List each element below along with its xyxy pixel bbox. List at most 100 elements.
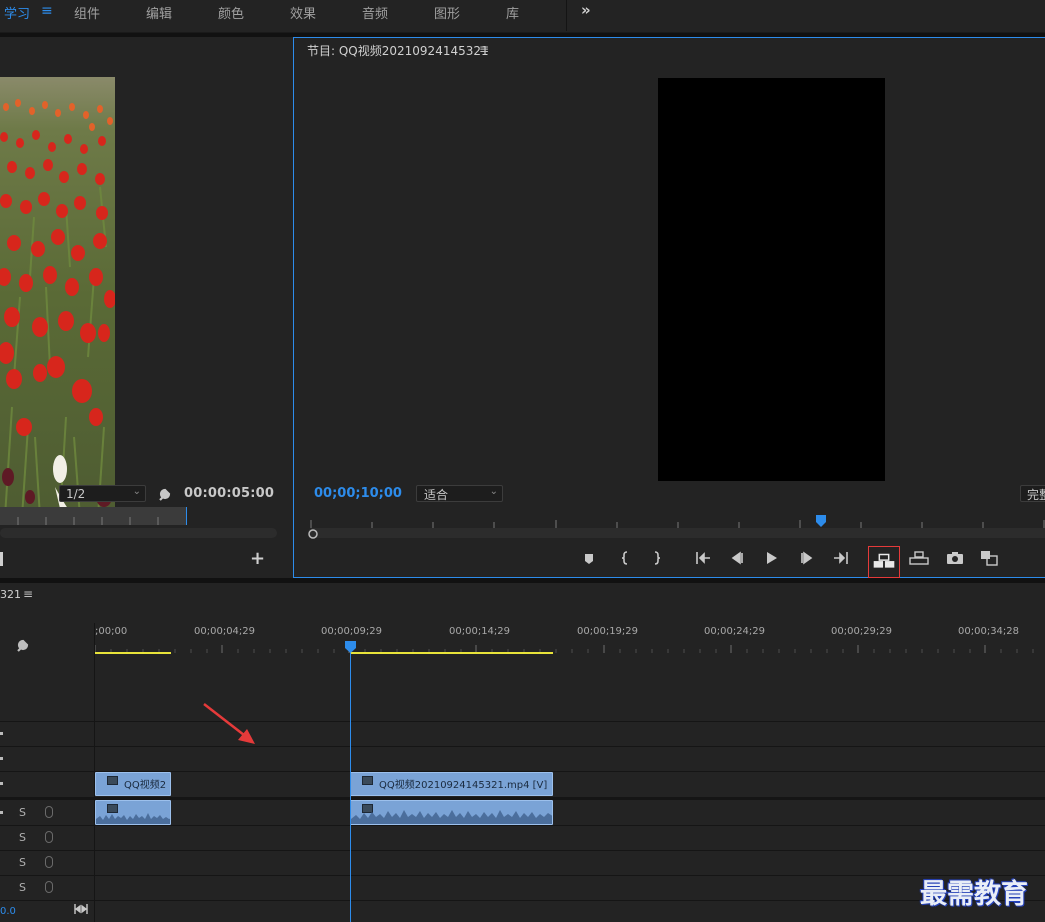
double-chevron-right-icon[interactable]: » [581,1,591,19]
source-video-frame [0,77,115,517]
mic-icon[interactable] [45,881,53,893]
program-playhead[interactable] [814,514,828,528]
track-separator [95,825,1045,826]
scroll-handle-icon[interactable] [307,528,319,540]
add-marker-icon[interactable] [578,546,600,570]
track-toggle-dot[interactable] [0,732,3,735]
solo-button[interactable]: S [19,856,26,869]
timeline-playhead-line[interactable] [350,653,351,922]
track-separator [0,875,95,876]
mic-icon[interactable] [45,806,53,818]
program-ruler[interactable] [308,516,1045,528]
timeline-playhead-handle[interactable] [344,640,357,654]
timeline-ruler-ticks[interactable] [95,643,1045,655]
insert-button[interactable] [868,546,900,578]
work-area-bar-1[interactable] [95,652,171,654]
source-monitor: 1/2 ⌄ 00:00:05:00 + [0,37,288,578]
mark-out-icon[interactable] [646,546,668,570]
ruler-label: 00;00;24;29 [704,626,766,637]
quality-dropdown[interactable]: 完整 [1020,485,1045,502]
track-separator [0,746,95,747]
add-button[interactable]: + [250,548,265,569]
track-separator [0,825,95,826]
workspace-tab-graphics[interactable]: 图形 [434,3,460,22]
clip-label: QQ视频2 [124,780,167,791]
program-title: 节目: QQ视频20210924145321 [307,44,489,58]
track-separator [95,850,1045,851]
ruler-label: 00;00;14;29 [449,626,511,637]
workspace-tab-color[interactable]: 颜色 [218,3,244,22]
wrench-icon[interactable] [157,486,173,502]
track-separator [95,797,1045,800]
mic-icon[interactable] [45,831,53,843]
track-separator [0,721,95,722]
red-arrow-annotation [203,703,255,744]
go-to-out-icon[interactable] [830,546,852,570]
camera-icon[interactable] [944,546,966,570]
track-separator [95,771,1045,772]
timeline-settings-icon[interactable] [15,637,31,653]
overwrite-icon[interactable] [908,546,930,570]
play-icon[interactable] [760,546,782,570]
workspace-tab-effects[interactable]: 效果 [290,3,316,22]
resolution-dropdown[interactable]: 1/2 ⌄ [59,485,146,502]
sequence-tab[interactable]: 321 [0,588,21,601]
mic-icon[interactable] [45,856,53,868]
audio-clip[interactable] [350,800,553,825]
timeline-panel: 321 ≡ ;00;00 00;00;04;29 00;00;09;29 00;… [0,583,1045,922]
mark-in-icon[interactable] [614,546,636,570]
solo-button[interactable]: S [19,831,26,844]
program-monitor: 节目: QQ视频20210924145321 ≡ 00;00;10;00 适合 … [293,37,1045,578]
workspace-bar: 学习 ≡ 组件 编辑 颜色 效果 音频 图形 库 » [0,0,1045,33]
watermark-logo: 最需教育 [920,879,1028,910]
workspace-tab-editing[interactable]: 编辑 [146,3,172,22]
fx-badge-icon [362,776,373,785]
panel-menu-icon[interactable]: ≡ [479,42,489,56]
workspace-menu-icon[interactable]: ≡ [41,3,53,19]
track-toggle-dot[interactable] [0,782,3,785]
master-volume-value[interactable]: 0.0 [0,906,16,917]
source-zoom-scrollbar[interactable] [0,528,277,538]
workspace-tab-audio[interactable]: 音频 [362,3,388,22]
workspace-tab-assembly[interactable]: 组件 [74,3,100,22]
ruler-label: 00;00;29;29 [831,626,893,637]
audio-waveform [96,813,170,824]
quality-value: 完整 [1027,488,1045,502]
track-separator [95,900,1045,901]
step-back-icon[interactable] [726,546,748,570]
timeline-menu-icon[interactable]: ≡ [23,587,33,601]
track-separator [0,771,95,772]
track-toggle-dot[interactable] [0,811,3,814]
zoom-fit-icon[interactable] [74,903,88,915]
ruler-label: 00;00;19;29 [577,626,639,637]
audio-clip[interactable] [95,800,171,825]
fx-badge-icon [107,776,118,785]
compare-view-icon[interactable] [978,546,1000,570]
source-duration: 00:00:05:00 [184,486,275,501]
workspace-tab-learn[interactable]: 学习 [4,3,30,22]
chevron-down-icon: ⌄ [132,486,141,497]
video-clip[interactable]: QQ视频20210924145321.mp4 [V] [350,772,553,796]
chevron-down-icon: ⌄ [489,486,498,497]
audio-waveform [351,810,552,824]
program-zoom-scrollbar[interactable] [308,528,1045,538]
fit-value: 适合 [424,488,449,502]
source-marker-edge [0,552,3,566]
solo-button[interactable]: S [19,806,26,819]
step-forward-icon[interactable] [796,546,818,570]
solo-button[interactable]: S [19,881,26,894]
go-to-in-icon[interactable] [692,546,714,570]
ruler-label: 00;00;34;28 [958,626,1020,637]
video-clip[interactable]: QQ视频2 [95,772,171,796]
workspace-divider [566,0,567,31]
resolution-value: 1/2 [66,487,86,501]
program-timecode[interactable]: 00;00;10;00 [314,486,402,501]
workspace-tab-libraries[interactable]: 库 [506,3,519,22]
work-area-bar-2[interactable] [350,652,553,654]
program-video-frame [658,78,885,481]
ruler-label: 00;00;04;29 [194,626,256,637]
track-toggle-dot[interactable] [0,757,3,760]
source-ruler-ticks [17,517,159,525]
fit-dropdown[interactable]: 适合 ⌄ [416,485,503,502]
track-separator [0,900,95,901]
